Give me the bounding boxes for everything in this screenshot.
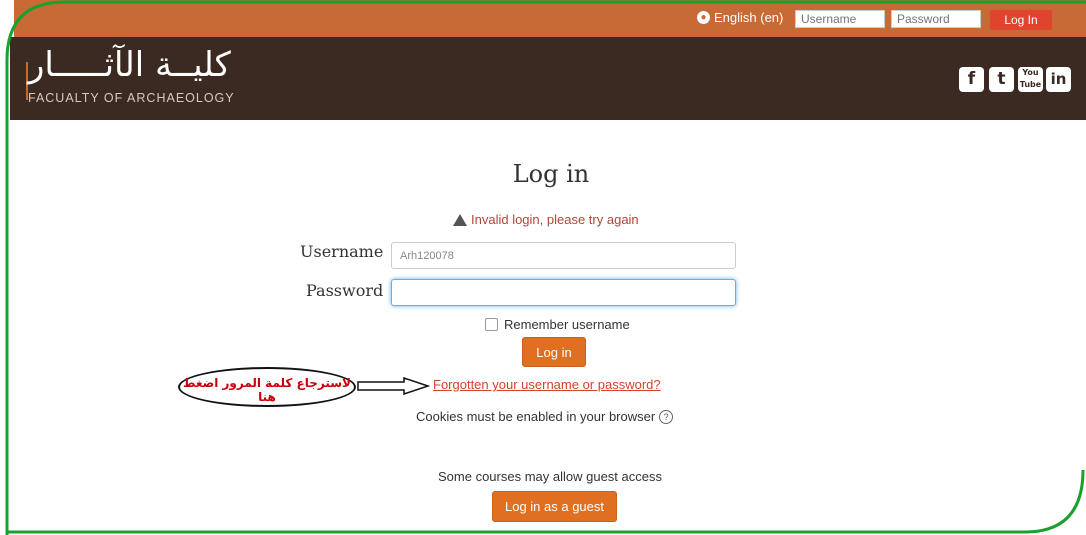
decorative-frame — [5, 0, 1086, 535]
